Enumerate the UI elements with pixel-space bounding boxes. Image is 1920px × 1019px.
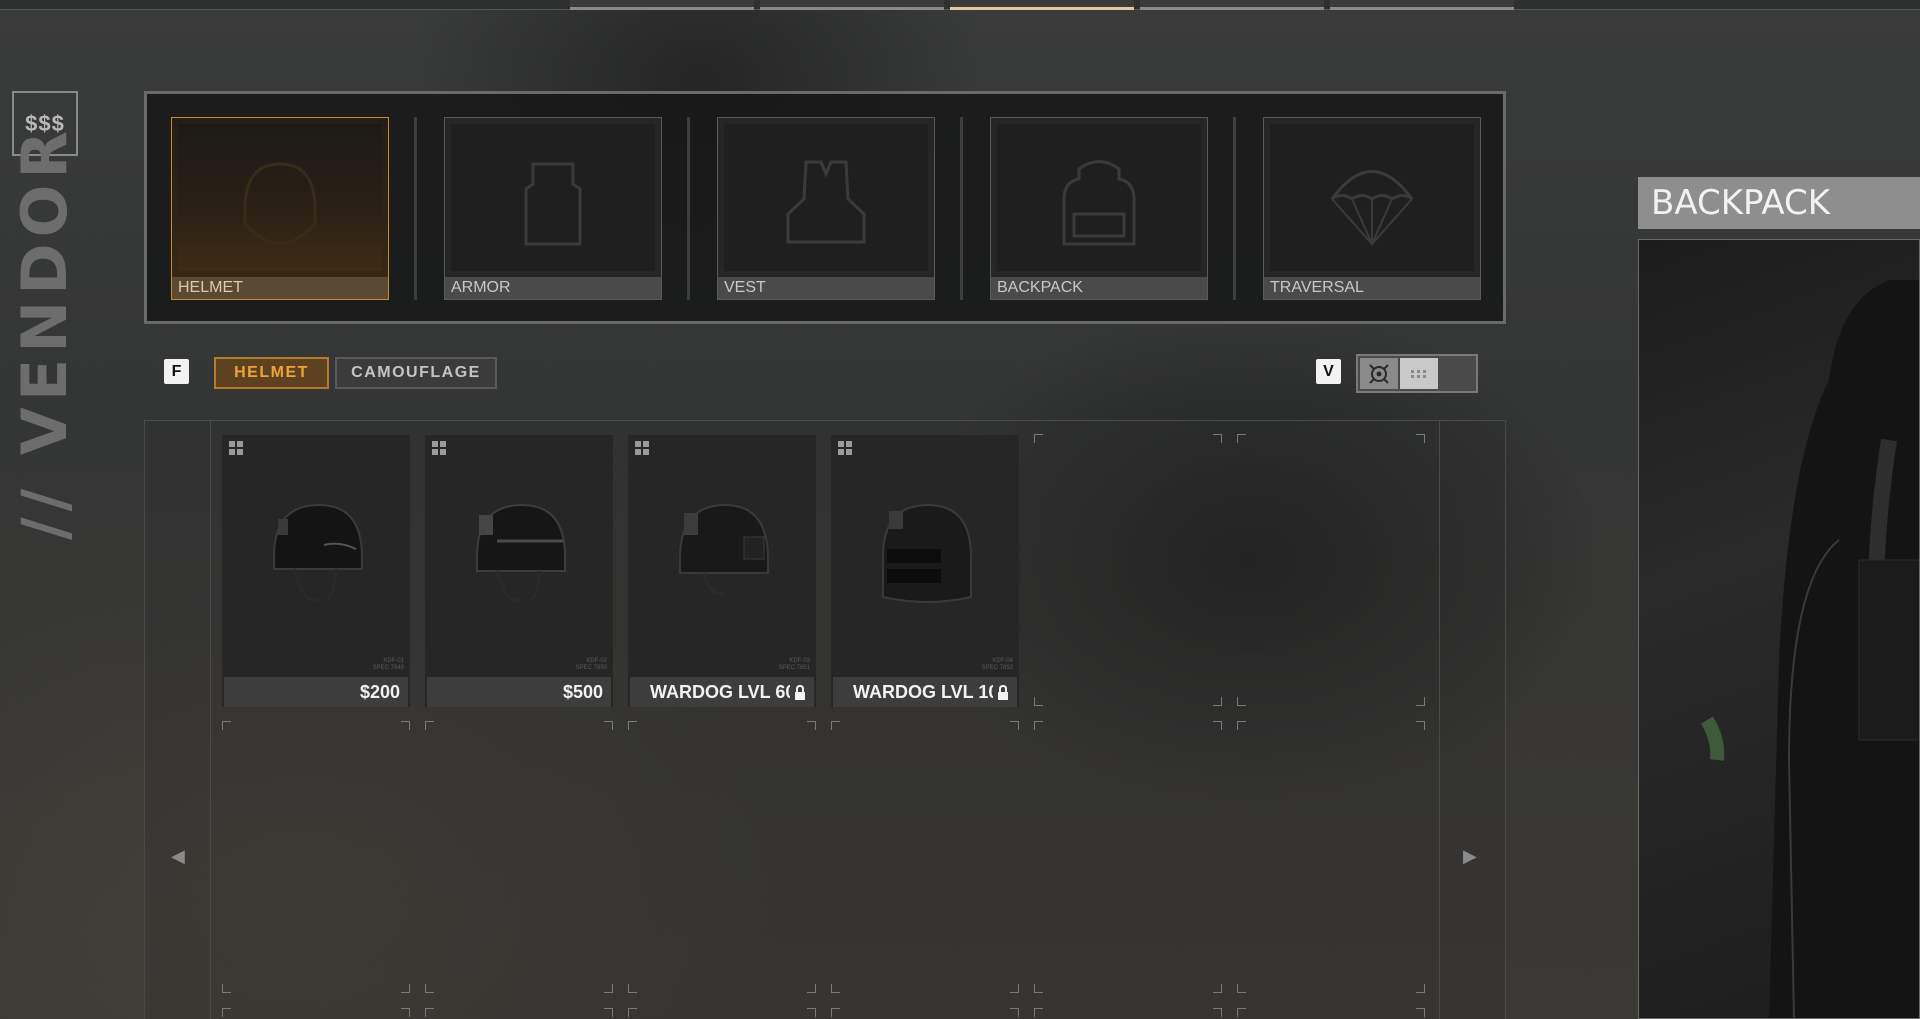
- item-meta: KDF-02 SPEC 7850: [575, 658, 607, 671]
- slot-backpack[interactable]: BACKPACK: [990, 117, 1208, 300]
- lock-icon: [795, 684, 805, 700]
- empty-slot: [222, 721, 410, 993]
- slot-label: ARMOR: [445, 277, 661, 299]
- empty-slot: [222, 1008, 410, 1019]
- next-page-arrow[interactable]: ▶: [1463, 846, 1477, 867]
- empty-slot: [1034, 434, 1222, 706]
- item-card[interactable]: KDF-02 SPEC 7850 $500: [425, 435, 613, 707]
- top-tab-5[interactable]: [1330, 0, 1514, 10]
- filter-key-hint: F: [164, 359, 189, 384]
- preview-header: BACKPACK: [1638, 177, 1920, 229]
- item-price: $200: [224, 677, 408, 707]
- helmet-image: [882, 503, 972, 603]
- view-toggle[interactable]: [1356, 354, 1478, 393]
- empty-slot: [1034, 721, 1222, 993]
- slot-label: HELMET: [172, 277, 388, 299]
- empty-slot: [1034, 1008, 1222, 1019]
- item-card[interactable]: KDF-01 SPEC 7849 $200: [222, 435, 410, 707]
- top-tab-3[interactable]: [950, 0, 1134, 10]
- grid-view-button[interactable]: [1400, 358, 1438, 389]
- vendor-title: // VENDOR: [8, 124, 81, 540]
- grid-icon: [1411, 369, 1426, 378]
- view-key-hint: V: [1316, 359, 1341, 384]
- item-card[interactable]: KDF-04 SPEC 7852 WARDOG LVL 10: [831, 435, 1019, 707]
- slot-label: TRAVERSAL: [1264, 277, 1480, 299]
- vest-icon: [786, 160, 866, 244]
- item-meta: KDF-01 SPEC 7849: [372, 658, 404, 671]
- filter-tab-helmet[interactable]: HELMET: [214, 357, 329, 389]
- blueprint-icon: [635, 441, 649, 455]
- lock-icon: [998, 684, 1008, 700]
- slot-vest[interactable]: VEST: [717, 117, 935, 300]
- top-tab-1[interactable]: [570, 0, 754, 10]
- empty-slot: [1237, 721, 1425, 993]
- blueprint-icon: [838, 441, 852, 455]
- helmet-icon: [243, 162, 317, 246]
- slot-armor[interactable]: ARMOR: [444, 117, 662, 300]
- helmet-image: [476, 503, 566, 603]
- prev-page-arrow[interactable]: ◀: [171, 846, 185, 867]
- target-view-button[interactable]: [1360, 358, 1398, 389]
- item-price: WARDOG LVL 10: [833, 677, 1017, 707]
- armor-plate-icon: [524, 162, 582, 246]
- item-card[interactable]: KDF-03 SPEC 7851 WARDOG LVL 60: [628, 435, 816, 707]
- empty-slot: [1237, 1008, 1425, 1019]
- parachute-icon: [1330, 170, 1414, 247]
- slot-label: VEST: [718, 277, 934, 299]
- blueprint-icon: [229, 441, 243, 455]
- helmet-image: [679, 503, 769, 596]
- top-tab-2[interactable]: [760, 0, 944, 10]
- item-price: WARDOG LVL 60: [630, 677, 814, 707]
- slot-helmet[interactable]: HELMET: [171, 117, 389, 300]
- item-price: $500: [427, 677, 611, 707]
- item-meta: KDF-03 SPEC 7851: [778, 658, 810, 671]
- operator-figure: [1700, 280, 1919, 1018]
- empty-slot: [831, 721, 1019, 993]
- empty-slot: [1237, 434, 1425, 706]
- item-meta: KDF-04 SPEC 7852: [981, 658, 1013, 671]
- empty-slot: [628, 721, 816, 993]
- operator-preview: [1638, 239, 1920, 1019]
- blueprint-icon: [432, 441, 446, 455]
- slot-traversal[interactable]: TRAVERSAL: [1263, 117, 1481, 300]
- backpack-icon: [1062, 160, 1136, 246]
- empty-slot: [425, 1008, 613, 1019]
- top-nav-bar: [0, 0, 1920, 10]
- empty-slot: [628, 1008, 816, 1019]
- empty-slot: [831, 1008, 1019, 1019]
- helmet-image: [273, 503, 363, 603]
- empty-slot: [425, 721, 613, 993]
- loadout-slots-panel: HELMET ARMOR VEST BACKPACK TRAVERSAL: [144, 91, 1506, 324]
- slot-label: BACKPACK: [991, 277, 1207, 299]
- filter-tab-camouflage[interactable]: CAMOUFLAGE: [335, 357, 497, 389]
- target-icon: [1369, 363, 1389, 384]
- top-tab-4[interactable]: [1140, 0, 1324, 10]
